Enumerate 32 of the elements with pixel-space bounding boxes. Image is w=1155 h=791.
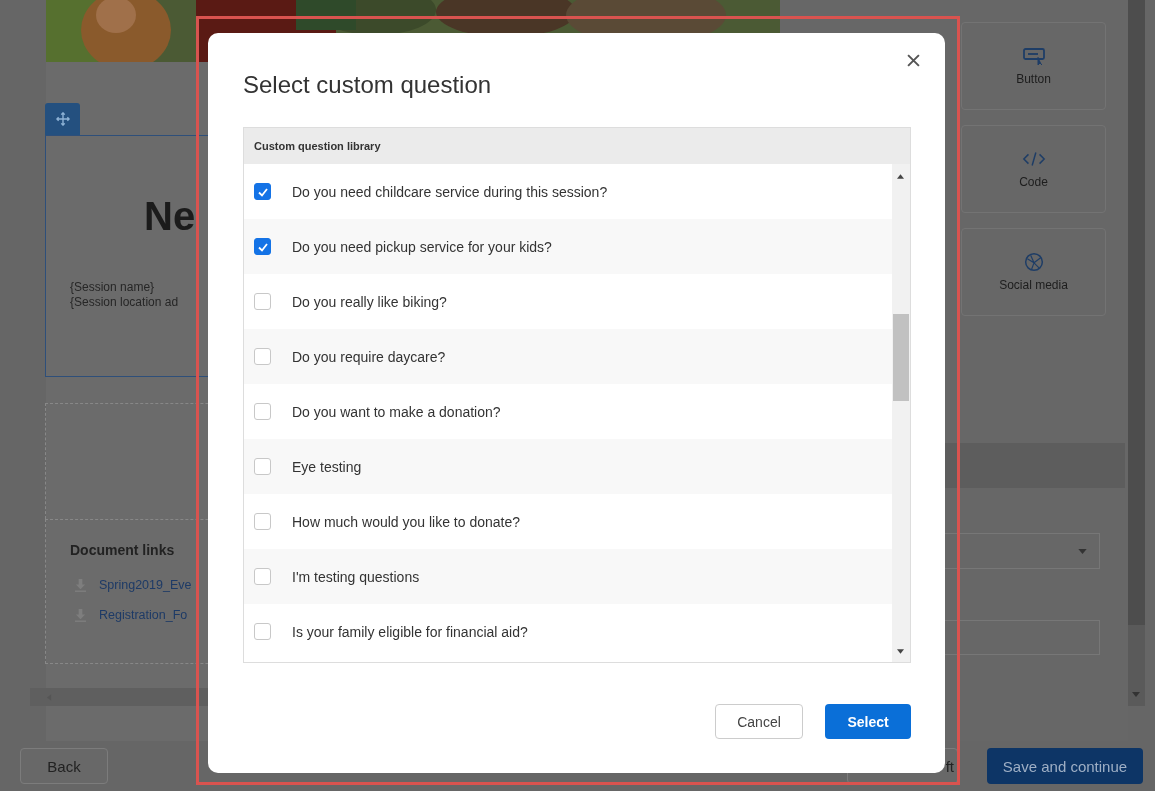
move-handle[interactable] xyxy=(45,103,80,135)
session-placeholder: {Session name} xyxy=(70,280,156,295)
checkbox[interactable] xyxy=(254,623,271,640)
question-row[interactable]: Do you require daycare? xyxy=(244,329,892,384)
scroll-down-icon[interactable] xyxy=(897,649,904,654)
code-icon xyxy=(1021,149,1046,169)
list-header: Custom question library xyxy=(244,128,910,164)
checkbox[interactable] xyxy=(254,403,271,420)
scroll-up-icon[interactable] xyxy=(897,174,904,179)
block-heading: Ne xyxy=(144,194,196,239)
move-icon xyxy=(55,112,70,126)
question-row[interactable]: Eye testing xyxy=(244,439,892,494)
select-button[interactable]: Select xyxy=(825,704,911,739)
caret-icon xyxy=(1078,548,1087,554)
question-row[interactable]: Do you need pickup service for your kids? xyxy=(244,219,892,274)
close-icon[interactable] xyxy=(907,54,920,67)
save-and-continue-button[interactable]: Save and continue xyxy=(987,748,1143,784)
checkbox[interactable] xyxy=(254,183,271,200)
checkbox[interactable] xyxy=(254,293,271,310)
button-icon xyxy=(1021,46,1046,66)
session-placeholder: {Session location ad xyxy=(70,295,179,310)
checkbox[interactable] xyxy=(254,238,271,255)
checkbox[interactable] xyxy=(254,348,271,365)
document-links-title: Document links xyxy=(70,542,176,560)
dialog-title: Select custom question xyxy=(243,71,492,99)
scrollbar-thumb[interactable] xyxy=(893,314,909,401)
checkbox[interactable] xyxy=(254,568,271,585)
cancel-button[interactable]: Cancel xyxy=(715,704,803,739)
list-scrollbar[interactable] xyxy=(892,164,910,662)
checkbox[interactable] xyxy=(254,513,271,530)
checkbox[interactable] xyxy=(254,458,271,475)
question-row[interactable]: I'm testing questions xyxy=(244,549,892,604)
